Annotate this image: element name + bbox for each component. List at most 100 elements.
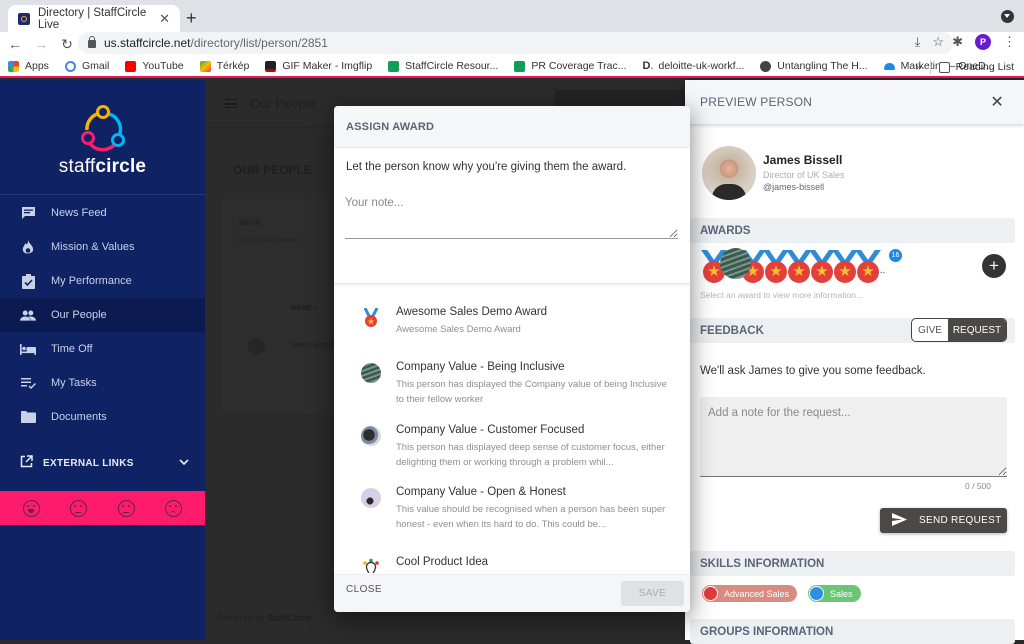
person-handle: @james-bissell (763, 182, 825, 192)
more-bookmarks-button[interactable]: » (916, 61, 922, 73)
feedback-note-input[interactable] (700, 397, 1007, 477)
bookmark-deloitte[interactable]: D. deloitte-uk-workf... (642, 60, 744, 72)
awards-count-badge: 16 (889, 249, 902, 262)
table-row-name[interactable]: James Bissell (291, 342, 334, 349)
award-title: Cool Product Idea (396, 556, 489, 568)
url-field[interactable]: us.staffcircle.net /directory/list/perso… (78, 32, 953, 54)
skill-chip-advanced-sales[interactable]: Advanced Sales (702, 585, 798, 602)
browser-menu-icon[interactable]: ⋮ (1003, 34, 1016, 50)
sheets-icon (388, 60, 400, 72)
profile-avatar[interactable]: P (975, 34, 991, 50)
feedback-char-counter: 0 / 500 (965, 481, 991, 491)
deloitte-icon: D. (642, 60, 654, 72)
install-icon[interactable]: ⤓ (915, 34, 921, 50)
sidebar-item-our-people[interactable]: Our People (0, 298, 205, 332)
mood-very-happy-icon[interactable] (23, 499, 41, 517)
feedback-give-option[interactable]: GIVE (912, 319, 948, 341)
bookmark-imgflip[interactable]: GIF Maker - Imgflip (265, 60, 372, 72)
name-column-header[interactable]: NAME ↑ (291, 305, 317, 312)
award-medal-icon[interactable]: ★ (786, 250, 812, 284)
sidebar-item-label: Documents (51, 411, 107, 423)
people-filter-input[interactable]: jame (239, 217, 261, 228)
award-inclusive-image-icon[interactable] (720, 248, 751, 279)
page-title: Our People (250, 96, 316, 111)
logo-text-light: staff (58, 156, 96, 177)
sidebar-item-documents[interactable]: Documents (0, 400, 205, 434)
browser-tab-bar: Directory | StaffCircle Live ✕ + (0, 0, 1024, 32)
bookmark-pr-coverage[interactable]: PR Coverage Trac... (514, 60, 626, 72)
mood-meh-icon[interactable] (117, 499, 135, 517)
mood-sad-icon[interactable] (164, 499, 182, 517)
award-medal-icon[interactable]: ★ (832, 250, 858, 284)
reading-list-icon (938, 61, 950, 73)
award-list[interactable]: ★ Awesome Sales Demo Award Awesome Sales… (334, 283, 690, 573)
extensions-puzzle-icon[interactable]: ✱ (952, 34, 963, 50)
award-note-input[interactable] (345, 197, 678, 239)
chevron-down-icon (179, 455, 189, 469)
hamburger-menu-icon[interactable] (225, 99, 238, 108)
awards-help-text: Select an award to view more information… (700, 290, 863, 300)
feedback-info-text: We'll ask James to give you some feedbac… (700, 365, 926, 377)
bookmark-label: StaffCircle Resour... (405, 60, 499, 72)
awards-section-header: AWARDS (690, 218, 1015, 243)
save-button[interactable]: SAVE (621, 581, 684, 606)
bed-icon (20, 341, 36, 357)
sidebar-item-mission-values[interactable]: Mission & Values (0, 230, 205, 264)
staffcircle-logo[interactable]: staffcircle (0, 80, 205, 195)
task-list-icon (20, 375, 36, 391)
add-award-button[interactable]: + (982, 254, 1006, 278)
award-medal-icon[interactable]: ★ (809, 250, 835, 284)
advanced-sales-icon (703, 586, 718, 601)
section-title: OUR PEOPLE (233, 163, 312, 177)
lightbulb-icon (361, 558, 381, 573)
honest-image-icon (361, 488, 381, 508)
sidebar-item-my-performance[interactable]: My Performance (0, 264, 205, 298)
tab-search-icon[interactable] (1001, 10, 1014, 23)
award-title: Awesome Sales Demo Award (396, 306, 548, 318)
sidebar-item-label: My Performance (51, 275, 132, 287)
folder-icon (20, 409, 36, 425)
award-description: This value should be recognised when a p… (396, 504, 666, 530)
tab-title: Directory | StaffCircle Live (38, 6, 147, 31)
sidebar-item-label: News Feed (51, 207, 107, 219)
skill-chip-sales[interactable]: Sales (808, 585, 861, 602)
close-tab-icon[interactable]: ✕ (159, 11, 170, 27)
reading-list-button[interactable]: Reading List (938, 61, 1014, 73)
skills-section-header: SKILLS INFORMATION (690, 551, 1015, 576)
bookmark-terkep[interactable]: Térkép (199, 60, 249, 72)
bookmark-label: deloitte-uk-workf... (658, 60, 745, 72)
skill-label: Sales (830, 588, 853, 599)
external-links-label: EXTERNAL LINKS (43, 457, 134, 469)
bookmarks-bar: Apps Gmail YouTube Térkép GIF Maker - Im… (0, 56, 1024, 78)
bookmark-youtube[interactable]: YouTube (125, 60, 184, 72)
bookmark-label: Gmail (81, 60, 110, 72)
google-icon (64, 60, 76, 72)
reading-list-label: Reading List (955, 61, 1014, 73)
sidebar-item-news-feed[interactable]: News Feed (0, 196, 205, 230)
bookmark-untangling[interactable]: Untangling The H... (760, 60, 868, 72)
send-request-label: SEND REQUEST (919, 515, 1002, 526)
sidebar-item-my-tasks[interactable]: My Tasks (0, 366, 205, 400)
send-request-button[interactable]: SEND REQUEST (880, 508, 1007, 533)
external-links-toggle[interactable]: EXTERNAL LINKS (0, 450, 205, 476)
close-icon[interactable]: ✕ (990, 92, 1004, 112)
award-medal-icon[interactable]: ★ (763, 250, 789, 284)
reload-icon[interactable]: ↻ (56, 36, 78, 53)
forward-icon[interactable]: → (30, 36, 52, 52)
mood-neutral-icon[interactable] (70, 499, 88, 517)
bookmark-staffcircle-resources[interactable]: StaffCircle Resour... (388, 60, 498, 72)
feedback-request-option[interactable]: REQUEST (948, 319, 1006, 341)
bookmark-star-icon[interactable]: ☆ (932, 34, 944, 50)
sidebar-item-label: Mission & Values (51, 241, 135, 253)
bookmark-apps[interactable]: Apps (8, 60, 49, 72)
lock-icon (88, 36, 96, 48)
back-icon[interactable]: ← (4, 36, 26, 52)
bookmarks-divider (929, 60, 931, 74)
bookmark-gmail[interactable]: Gmail (64, 60, 110, 72)
new-tab-button[interactable]: + (186, 8, 197, 29)
browser-tab[interactable]: Directory | StaffCircle Live ✕ (8, 5, 180, 32)
sidebar-item-time-off[interactable]: Time Off (0, 332, 205, 366)
award-medal-icon[interactable]: ★ (855, 250, 881, 284)
close-button[interactable]: CLOSE (346, 584, 382, 595)
more-awards-indicator[interactable]: ... (877, 265, 885, 276)
